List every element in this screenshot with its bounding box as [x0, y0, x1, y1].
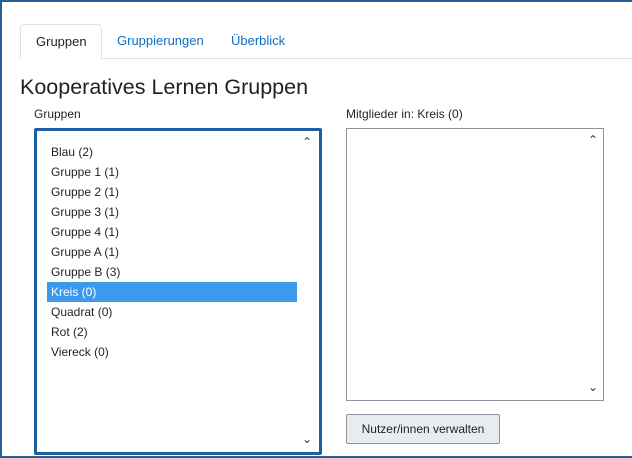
groups-label: Gruppen [34, 107, 81, 121]
group-option-gruppe-2[interactable]: Gruppe 2 (1) [47, 182, 297, 202]
group-option-rot[interactable]: Rot (2) [47, 322, 297, 342]
group-option-gruppe-a[interactable]: Gruppe A (1) [47, 242, 297, 262]
tab-bar: Gruppen Gruppierungen Überblick [20, 24, 632, 59]
group-option-gruppe-3[interactable]: Gruppe 3 (1) [47, 202, 297, 222]
group-option-gruppe-4[interactable]: Gruppe 4 (1) [47, 222, 297, 242]
members-label: Mitglieder in: Kreis (0) [346, 107, 463, 121]
chevron-up-icon[interactable]: ⌃ [587, 134, 599, 146]
group-option-viereck[interactable]: Viereck (0) [47, 342, 297, 362]
chevron-up-icon[interactable]: ⌃ [301, 136, 313, 148]
window-frame: Gruppen Gruppierungen Überblick Kooperat… [0, 0, 632, 458]
groups-select[interactable]: Blau (2) Gruppe 1 (1) Gruppe 2 (1) Grupp… [34, 128, 322, 455]
group-option-gruppe-1[interactable]: Gruppe 1 (1) [47, 162, 297, 182]
tab-gruppierungen[interactable]: Gruppierungen [102, 24, 216, 58]
group-option-quadrat[interactable]: Quadrat (0) [47, 302, 297, 322]
tab-ueberblick[interactable]: Überblick [216, 24, 306, 58]
group-option-gruppe-b[interactable]: Gruppe B (3) [47, 262, 297, 282]
members-select[interactable]: ⌃ ⌄ [346, 128, 604, 401]
chevron-down-icon[interactable]: ⌄ [587, 381, 599, 393]
manage-users-button[interactable]: Nutzer/innen verwalten [346, 414, 500, 444]
page-title: Kooperatives Lernen Gruppen [20, 75, 309, 99]
tab-gruppen[interactable]: Gruppen [20, 24, 102, 59]
groups-list: Blau (2) Gruppe 1 (1) Gruppe 2 (1) Grupp… [47, 142, 297, 362]
chevron-down-icon[interactable]: ⌄ [301, 433, 313, 445]
group-option-blau[interactable]: Blau (2) [47, 142, 297, 162]
group-option-kreis[interactable]: Kreis (0) [47, 282, 297, 302]
